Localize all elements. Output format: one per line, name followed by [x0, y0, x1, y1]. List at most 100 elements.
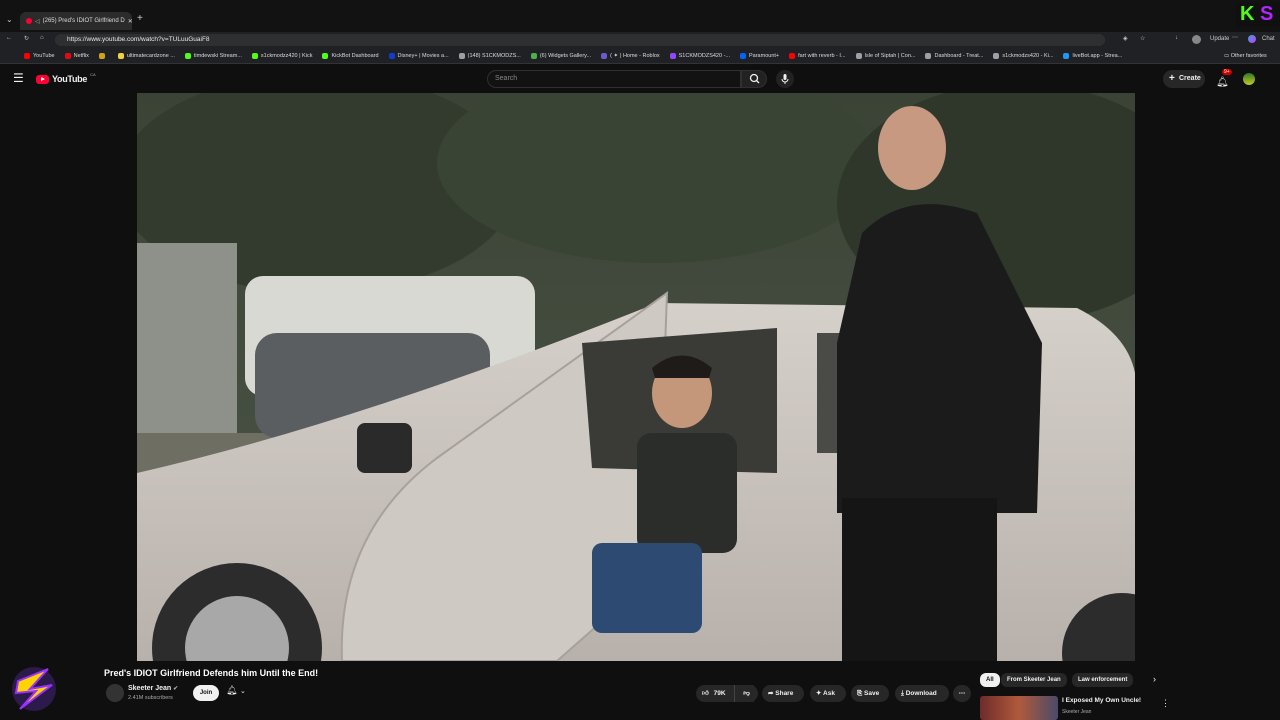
profile-avatar[interactable] — [1192, 35, 1201, 44]
hamburger-menu-icon[interactable]: ☰ — [13, 71, 24, 85]
video-player[interactable] — [137, 93, 1135, 661]
bookmark-item[interactable]: (6) Widgets Gallery... — [530, 52, 591, 59]
bookmark-item[interactable]: Dashboard - Treat... — [925, 52, 984, 59]
browser-tab-active[interactable]: ◁ (265) Pred's IDIOT Girlfriend D ✕ — [20, 12, 132, 30]
bookmark-item[interactable]: s1ckmodzz420 | Kick — [251, 52, 313, 59]
tab-title: (265) Pred's IDIOT Girlfriend D — [42, 18, 125, 24]
dislike-button[interactable]: 👎︎ — [734, 685, 758, 702]
bookmark-item[interactable]: ( ✦ ) Home - Roblox — [601, 52, 660, 59]
bookmark-label: Dashboard - Treat... — [934, 52, 984, 59]
bookmark-label: s1ckmodzz420 | Kick — [260, 52, 313, 59]
chip-from-channel[interactable]: From Skeeter Jean — [1001, 673, 1067, 687]
bookmark-item[interactable]: (148) S1CKMODZS... — [458, 52, 521, 59]
update-button[interactable]: Update — [1210, 36, 1229, 42]
bookmark-label: Disney+ | Movies a... — [397, 52, 449, 59]
favorites-icon[interactable]: ☆ — [1140, 35, 1145, 42]
bookmark-favicon-icon — [669, 52, 676, 59]
share-button[interactable]: ➦ Share — [762, 685, 804, 702]
notifications-button[interactable]: 🔔︎ 9+ — [1216, 69, 1232, 88]
new-tab-button[interactable]: + — [137, 13, 143, 24]
save-button[interactable]: ⎘ Save — [851, 685, 889, 702]
back-icon[interactable]: ← — [6, 35, 12, 41]
chat-button[interactable]: Chat — [1262, 36, 1275, 42]
channel-name[interactable]: Skeeter Jean ✔ — [128, 685, 178, 692]
other-favorites[interactable]: ▭ Other favorites — [1224, 53, 1267, 59]
chip-all[interactable]: All — [980, 673, 1000, 687]
tab-list-chevron-icon[interactable]: ⌄ — [6, 15, 13, 24]
chips-next-chevron-icon[interactable]: › — [1153, 674, 1156, 684]
download-icon[interactable]: ↓ — [1175, 35, 1178, 41]
bookmark-item[interactable]: Disney+ | Movies a... — [388, 52, 449, 59]
recommended-menu-icon[interactable]: ⋮ — [1161, 698, 1170, 709]
bookmark-item[interactable] — [98, 52, 108, 59]
bookmark-item[interactable]: KickBot Dashboard — [322, 52, 379, 59]
bookmark-favicon-icon — [322, 52, 329, 59]
bookmark-label: fart with reverb - I... — [798, 52, 846, 59]
bookmark-item[interactable]: Isle of Siptah | Con... — [855, 52, 915, 59]
browser-tab-strip: ⌄ ◁ (265) Pred's IDIOT Girlfriend D ✕ + … — [0, 0, 1280, 32]
bookmark-label: KickBot Dashboard — [331, 52, 379, 59]
bell-icon: 🔔︎ — [226, 685, 238, 695]
bookmark-favicon-icon — [388, 52, 395, 59]
voice-search-button[interactable] — [776, 70, 794, 88]
ask-button[interactable]: ✦ Ask — [810, 685, 846, 702]
copilot-icon[interactable] — [1248, 35, 1256, 43]
account-avatar[interactable] — [1243, 73, 1255, 85]
bookmark-label: liveBot.app - Strea... — [1072, 52, 1123, 59]
join-button[interactable]: Join — [193, 685, 219, 701]
tab-close-icon[interactable]: ✕ — [128, 18, 132, 25]
bookmark-item[interactable]: timdewski Stream... — [184, 52, 242, 59]
ask-label: Ask — [823, 690, 835, 697]
subscriber-count: 2.41M subscribers — [128, 695, 173, 701]
video-info-bar: Pred's IDIOT Girlfriend Defends him Unti… — [0, 661, 1280, 720]
notification-count-badge: 9+ — [1222, 69, 1232, 75]
bookmark-item[interactable]: fart with reverb - I... — [789, 52, 846, 59]
thumbs-up-icon: 👍︎ — [702, 690, 709, 697]
bell-icon: 🔔︎ — [1216, 77, 1229, 88]
bookmark-label: timdewski Stream... — [193, 52, 242, 59]
bookmark-item[interactable]: Paramount+ — [740, 52, 779, 59]
bookmark-item[interactable]: YouTube — [24, 52, 55, 59]
youtube-logo[interactable]: YouTube CA — [36, 72, 96, 84]
download-icon: ⤓ — [901, 690, 904, 697]
refresh-icon[interactable]: ↻ — [24, 35, 29, 42]
channel-avatar[interactable] — [106, 684, 124, 702]
bookmark-favicon-icon — [184, 52, 191, 59]
create-button[interactable]: + Create — [1163, 70, 1205, 88]
bookmark-favicon-icon — [458, 52, 465, 59]
bookmark-item[interactable]: s1ckmodzs420 - Ki... — [993, 52, 1053, 59]
video-title: Pred's IDIOT Girlfriend Defends him Unti… — [104, 668, 319, 678]
more-actions-button[interactable]: ⋯ — [953, 685, 971, 702]
badge-s: S — [1260, 3, 1274, 25]
recommended-video[interactable]: I Exposed My Own Uncle! Skeeter Jean ⋮ — [980, 696, 1170, 720]
plus-icon: + — [1169, 73, 1175, 84]
more-dots-icon: ⋯ — [958, 690, 966, 697]
youtube-play-icon — [36, 74, 49, 84]
speaker-icon[interactable]: ◁ — [35, 18, 40, 25]
bookmark-item[interactable]: Netflix — [64, 52, 89, 59]
address-bar[interactable]: https://www.youtube.com/watch?v=TULuuGua… — [55, 34, 1105, 46]
youtube-header: ☰ YouTube CA Search + Create 🔔︎ 9+ — [0, 65, 1280, 93]
extensions-icon[interactable]: ◈ — [1123, 35, 1128, 42]
bookmark-favicon-icon — [740, 52, 746, 59]
browser-toolbar: ← ↻ ⌂ https://www.youtube.com/watch?v=TU… — [0, 32, 1280, 48]
bookmark-favicon-icon — [530, 52, 537, 59]
create-label: Create — [1179, 75, 1201, 82]
search-button[interactable] — [741, 70, 767, 88]
bookmark-favicon-icon — [251, 52, 258, 59]
home-icon[interactable]: ⌂ — [40, 35, 44, 41]
url-text: https://www.youtube.com/watch?v=TULuuGua… — [67, 36, 210, 43]
youtube-favicon-icon — [26, 18, 32, 24]
chip-law-enforcement[interactable]: Law enforcement — [1072, 673, 1134, 687]
subscribe-bell-button[interactable]: 🔔︎ ⌄ — [226, 685, 246, 696]
bookmark-item[interactable]: S1CKMODZS420 -... — [669, 52, 730, 59]
share-label: Share — [775, 690, 794, 697]
bookmark-item[interactable]: ultimatecardzone ... — [117, 52, 175, 59]
youtube-logo-text: YouTube — [52, 74, 88, 84]
badge-k: K — [1240, 3, 1255, 25]
bookmark-item[interactable]: liveBot.app - Strea... — [1063, 52, 1123, 59]
menu-dots-icon[interactable]: ⋯ — [1232, 34, 1238, 41]
search-input[interactable]: Search — [487, 70, 741, 88]
bookmark-label: YouTube — [33, 52, 55, 59]
download-button[interactable]: ⤓ Download — [895, 685, 949, 702]
